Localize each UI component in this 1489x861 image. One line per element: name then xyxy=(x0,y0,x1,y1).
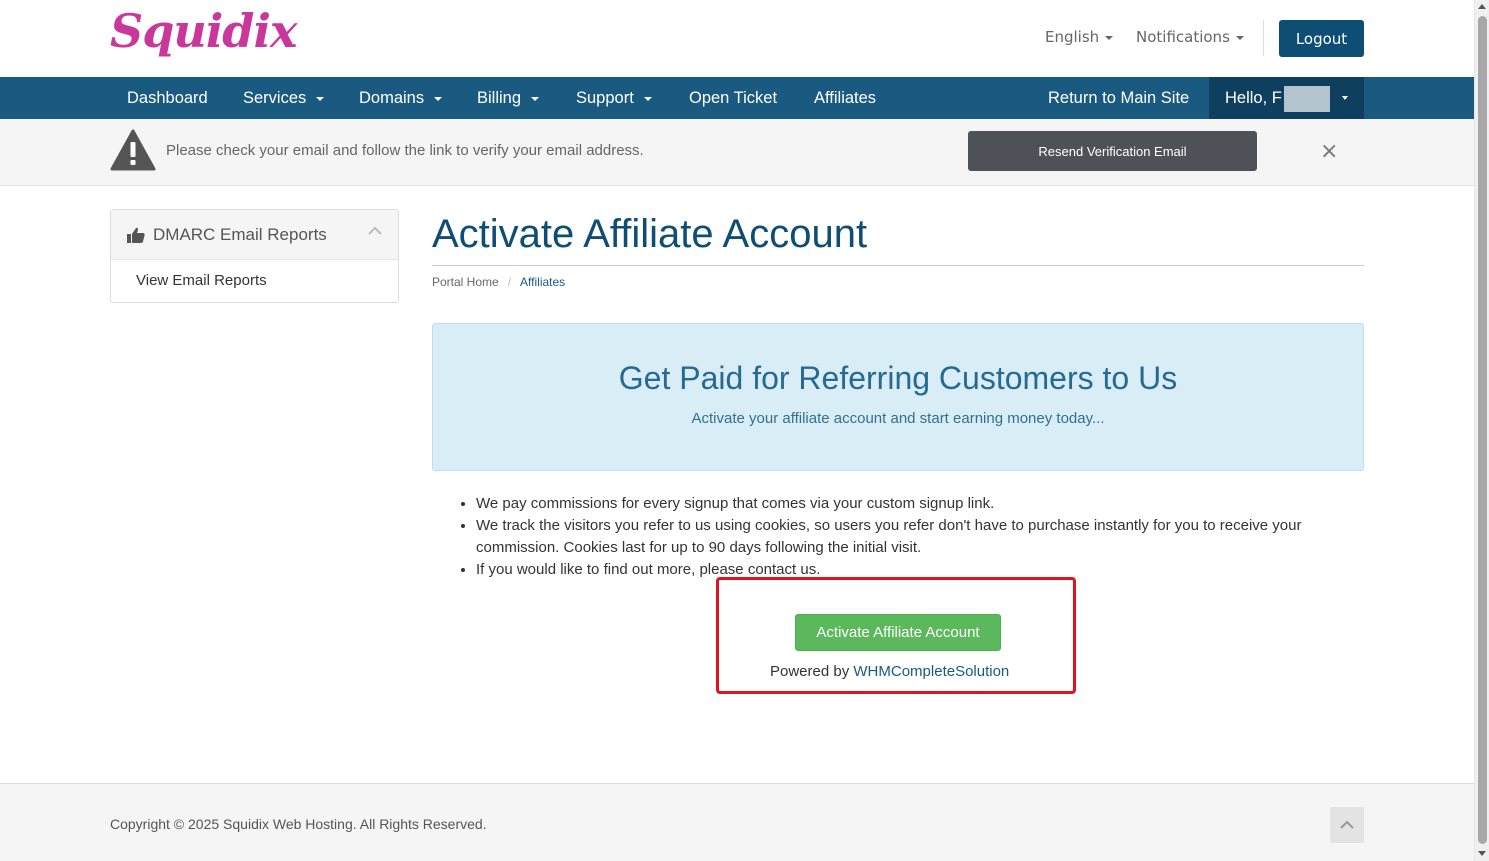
scroll-down-icon[interactable] xyxy=(1478,851,1486,856)
resend-verification-button[interactable]: Resend Verification Email xyxy=(968,131,1257,171)
main-navbar: Dashboard Services Domains Billing Suppo… xyxy=(0,77,1474,119)
list-item: We track the visitors you refer to us us… xyxy=(476,515,1356,559)
nav-affiliates[interactable]: Affiliates xyxy=(814,77,876,119)
powered-prefix: Powered by xyxy=(770,663,854,680)
nav-services[interactable]: Services xyxy=(243,77,325,119)
redacted-name xyxy=(1283,85,1330,112)
nav-dashboard[interactable]: Dashboard xyxy=(127,77,208,119)
sidebar-panel-title: DMARC Email Reports xyxy=(153,225,327,244)
nav-open-ticket[interactable]: Open Ticket xyxy=(689,77,777,119)
powered-by: Powered by WHMCompleteSolution xyxy=(770,663,1009,680)
affiliate-info-list: We pay commissions for every signup that… xyxy=(476,493,1356,581)
chevron-up-icon[interactable] xyxy=(368,226,382,236)
alert-message: Please check your email and follow the l… xyxy=(166,142,644,159)
close-icon[interactable]: × xyxy=(1320,139,1338,164)
language-dropdown[interactable]: English xyxy=(1045,28,1114,46)
caret-down-icon xyxy=(316,96,325,101)
caret-down-icon xyxy=(643,96,652,101)
nav-label: Open Ticket xyxy=(689,89,778,107)
scrollbar-thumb[interactable] xyxy=(1478,16,1487,844)
nav-label: Billing xyxy=(477,89,522,107)
vertical-scrollbar[interactable] xyxy=(1474,0,1489,861)
logout-button[interactable]: Logout xyxy=(1279,20,1364,57)
thumbs-up-icon xyxy=(127,227,145,243)
nav-label: Affiliates xyxy=(814,89,877,107)
caret-down-icon xyxy=(1235,35,1244,40)
caret-down-icon xyxy=(1342,96,1348,100)
nav-billing[interactable]: Billing xyxy=(477,77,540,119)
nav-domains[interactable]: Domains xyxy=(359,77,443,119)
breadcrumb-home[interactable]: Portal Home xyxy=(432,275,499,289)
caret-down-icon xyxy=(434,96,443,101)
sidebar-item-view-email-reports[interactable]: View Email Reports xyxy=(136,272,267,289)
back-to-top-button[interactable] xyxy=(1330,807,1364,843)
site-logo[interactable]: Squidix xyxy=(110,4,297,58)
whmcs-link[interactable]: WHMCompleteSolution xyxy=(853,663,1009,680)
title-divider xyxy=(432,265,1364,266)
page-title: Activate Affiliate Account xyxy=(432,212,868,256)
nav-label: Domains xyxy=(359,89,425,107)
caret-down-icon xyxy=(1105,35,1114,40)
language-label: English xyxy=(1045,28,1100,46)
copyright-text: Copyright © 2025 Squidix Web Hosting. Al… xyxy=(110,816,487,832)
notifications-label: Notifications xyxy=(1136,28,1230,46)
nav-return-main-site[interactable]: Return to Main Site xyxy=(1048,77,1189,119)
activate-affiliate-button[interactable]: Activate Affiliate Account xyxy=(795,614,1001,651)
top-header: Squidix English Notifications Logout xyxy=(0,0,1474,77)
nav-label: Dashboard xyxy=(127,89,208,107)
nav-label: Return to Main Site xyxy=(1048,89,1190,107)
sidebar-panel-header[interactable]: DMARC Email Reports xyxy=(111,210,398,260)
scroll-up-icon[interactable] xyxy=(1478,4,1486,9)
chevron-up-icon xyxy=(1340,820,1354,829)
page-footer: Copyright © 2025 Squidix Web Hosting. Al… xyxy=(0,783,1474,861)
breadcrumb-separator: / xyxy=(507,275,512,289)
header-divider xyxy=(1263,20,1264,56)
affiliate-promo-box: Get Paid for Referring Customers to Us A… xyxy=(432,323,1364,471)
account-dropdown[interactable]: Hello, F xyxy=(1209,77,1364,119)
breadcrumb: Portal Home / Affiliates xyxy=(432,275,565,289)
nav-label: Services xyxy=(243,89,307,107)
caret-down-icon xyxy=(531,96,540,101)
breadcrumb-current[interactable]: Affiliates xyxy=(520,275,565,289)
nav-support[interactable]: Support xyxy=(576,77,652,119)
promo-subtitle: Activate your affiliate account and star… xyxy=(691,410,1105,427)
warning-triangle-icon xyxy=(110,129,156,171)
list-item: We pay commissions for every signup that… xyxy=(476,493,1356,515)
notifications-dropdown[interactable]: Notifications xyxy=(1136,28,1244,46)
promo-title: Get Paid for Referring Customers to Us xyxy=(618,360,1178,396)
nav-label: Support xyxy=(576,89,634,107)
sidebar-panel: DMARC Email Reports View Email Reports xyxy=(110,209,399,303)
verification-alert: Please check your email and follow the l… xyxy=(0,119,1474,186)
hello-label: Hello, F xyxy=(1225,89,1282,107)
